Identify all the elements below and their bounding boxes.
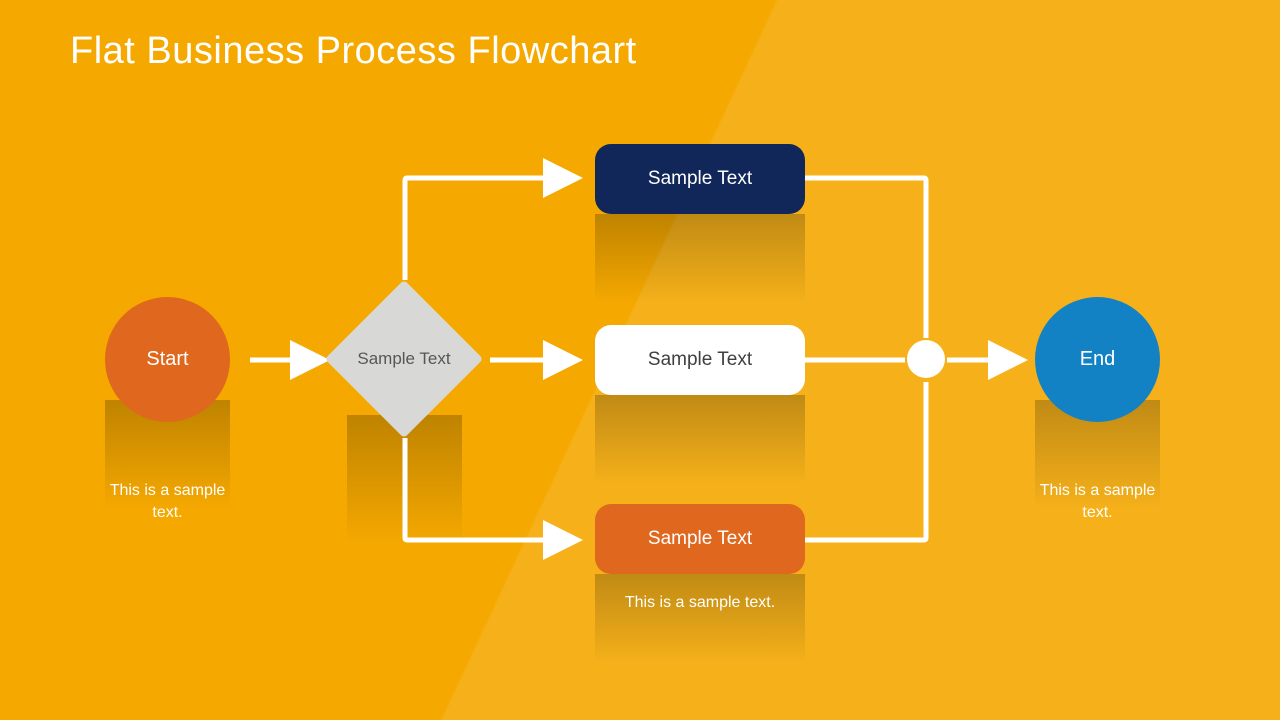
slide-canvas: Flat Business Process Flowchart — [0, 0, 1280, 720]
decision-node: Sample Text — [334, 289, 474, 429]
start-node: Start — [105, 297, 230, 422]
end-node: End — [1035, 297, 1160, 422]
start-label: Start — [146, 348, 188, 371]
process-node-top: Sample Text — [595, 144, 805, 214]
connector-join — [907, 340, 945, 378]
process-node-middle: Sample Text — [595, 325, 805, 395]
end-caption: This is a sample text. — [1035, 480, 1160, 523]
process-top-label: Sample Text — [648, 168, 752, 190]
shadow-beam — [595, 214, 805, 304]
shadow-beam — [595, 574, 805, 664]
process-bottom-label: Sample Text — [648, 528, 752, 550]
decision-label: Sample Text — [349, 349, 459, 369]
slide-title: Flat Business Process Flowchart — [70, 30, 637, 73]
start-caption: This is a sample text. — [105, 480, 230, 523]
process-bottom-caption: This is a sample text. — [595, 592, 805, 614]
shadow-beam — [595, 395, 805, 485]
process-node-bottom: Sample Text — [595, 504, 805, 574]
process-middle-label: Sample Text — [648, 349, 752, 371]
end-label: End — [1080, 348, 1116, 371]
